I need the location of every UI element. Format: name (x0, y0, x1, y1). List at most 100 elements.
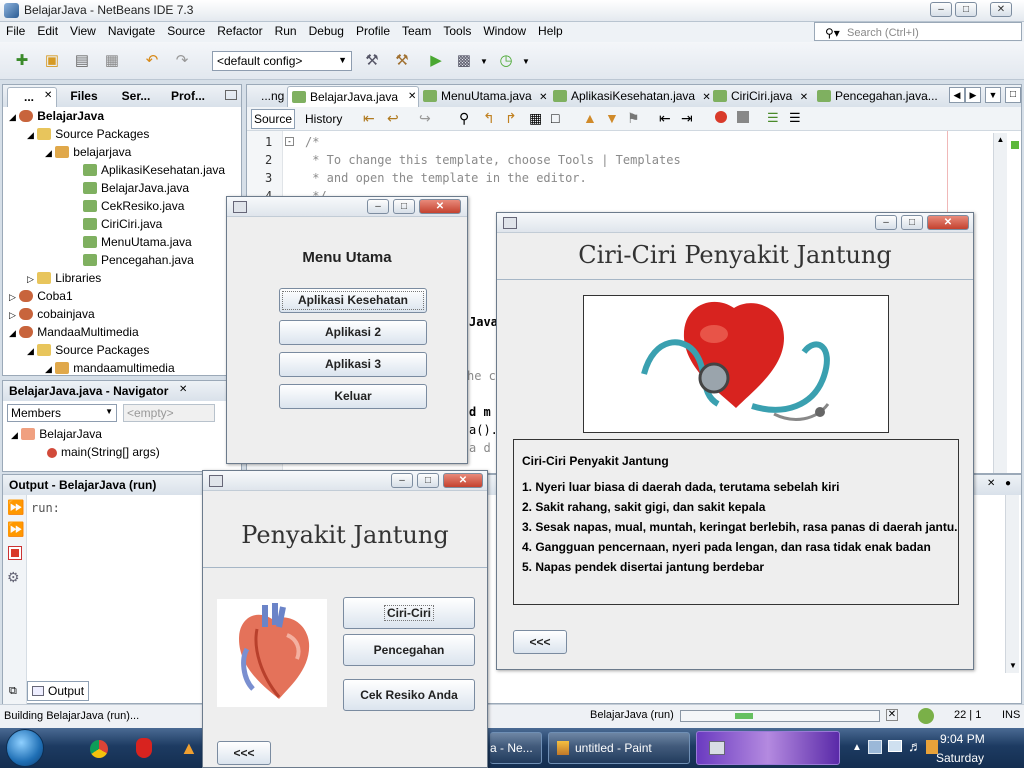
back-button[interactable]: <<< (513, 630, 567, 654)
strawberry-taskbar-icon[interactable] (136, 738, 152, 758)
tree-item[interactable]: ◢ Source Packages (3, 125, 241, 143)
editor-tab[interactable]: MenuUtama.java ✕ (423, 89, 547, 103)
code-line[interactable]: /* (305, 135, 319, 149)
aplikasi-2-button[interactable]: Aplikasi 2 (279, 320, 427, 345)
search-box[interactable]: ⚲▾ Search (Ctrl+I) (814, 22, 1022, 41)
shift-left-icon[interactable]: ⇤ (659, 110, 671, 127)
tree-item[interactable]: CiriCiri.java (3, 215, 241, 233)
minimize-button[interactable]: – (391, 473, 413, 488)
collapse-icon[interactable]: ◢ (11, 430, 18, 440)
forward-icon[interactable]: ↪ (419, 110, 431, 127)
keluar-button[interactable]: Keluar (279, 384, 427, 409)
aplikasi-kesehatan-button[interactable]: Aplikasi Kesehatan (279, 288, 427, 313)
editor-tab-active[interactable]: BelajarJava.java ✕ (287, 86, 419, 107)
tree-item[interactable]: ◢ belajarjava (3, 143, 241, 161)
output-close-icon[interactable]: ✕ (987, 478, 995, 489)
cek-resiko-button[interactable]: Cek Resiko Anda (343, 679, 475, 711)
output-scrollbar[interactable]: ▼ (1005, 495, 1019, 673)
back-button[interactable]: <<< (217, 741, 271, 765)
toggle-bookmark-icon[interactable]: ⚑ (627, 110, 640, 127)
tree-item[interactable]: ▷ Coba1 (3, 287, 241, 305)
menu-profile[interactable]: Profile (350, 22, 396, 40)
tab-close-icon[interactable]: ✕ (44, 90, 52, 101)
source-tab[interactable]: Source (251, 109, 295, 129)
find-previous-icon[interactable]: ↰ (483, 110, 495, 127)
expand-icon[interactable]: ▷ (9, 292, 16, 302)
save-all-icon[interactable]: ▦ (100, 49, 124, 73)
tab-services[interactable]: Ser... (111, 89, 161, 103)
navigator-method-item[interactable]: main(String[] args) (47, 445, 160, 459)
tab-files[interactable]: Files (59, 89, 109, 103)
menu-help[interactable]: Help (532, 22, 569, 40)
toggle-highlight-icon[interactable]: ▦ (529, 110, 542, 127)
tray-display-icon[interactable] (888, 740, 902, 752)
code-line[interactable]: * and open the template in the editor. (305, 171, 587, 185)
vertical-scrollbar[interactable]: ▲ (993, 133, 1007, 473)
editor-tab[interactable]: ...ng (261, 89, 284, 103)
open-project-icon[interactable]: ▤ (70, 49, 94, 73)
close-button[interactable]: ✕ (419, 199, 461, 214)
tab-close-icon[interactable]: ✕ (539, 92, 547, 103)
debug-dropdown-icon[interactable]: ▼ (480, 57, 488, 66)
navigator-close-icon[interactable]: ✕ (179, 384, 187, 395)
collapse-icon[interactable]: ◢ (27, 346, 34, 356)
collapse-icon[interactable]: ◢ (45, 148, 52, 158)
scroll-up-icon[interactable]: ▲ (994, 133, 1007, 147)
clock-time[interactable]: 9:04 PM (940, 732, 985, 746)
profile-icon[interactable]: ◷ (494, 49, 518, 73)
show-hidden-icons[interactable]: ▲ (852, 742, 862, 753)
menu-run[interactable]: Run (269, 22, 303, 40)
tree-item[interactable]: ▷ cobainjava (3, 305, 241, 323)
menu-edit[interactable]: Edit (31, 22, 64, 40)
run-icon[interactable]: ▶ (424, 49, 448, 73)
filter-select[interactable]: <empty> (123, 404, 215, 422)
tree-item[interactable]: MenuUtama.java (3, 233, 241, 251)
build-icon[interactable]: ⚒ (360, 49, 384, 73)
tab-close-icon[interactable]: ✕ (408, 91, 416, 102)
scroll-tabs-right-icon[interactable]: ▶ (965, 87, 981, 103)
output-bottom-tab[interactable]: Output (27, 681, 89, 701)
menu-window[interactable]: Window (477, 22, 532, 40)
app-taskbar-icon[interactable]: ▲ (180, 738, 198, 759)
tree-item[interactable]: ◢ BelajarJava (3, 107, 241, 125)
tab-projects[interactable]: ... ✕ (7, 87, 57, 107)
cancel-progress-icon[interactable]: ✕ (886, 709, 898, 721)
maximize-button[interactable]: □ (955, 2, 977, 17)
close-button[interactable]: ✕ (443, 473, 483, 488)
undo-icon[interactable]: ↶ (140, 49, 164, 73)
aplikasi-3-button[interactable]: Aplikasi 3 (279, 352, 427, 377)
pencegahan-button[interactable]: Pencegahan (343, 634, 475, 666)
back-icon[interactable]: ↩ (387, 110, 399, 127)
history-tab[interactable]: History (305, 112, 342, 126)
tree-item[interactable]: Pencegahan.java (3, 251, 241, 269)
settings-icon[interactable]: ⚙ (7, 569, 20, 586)
fold-icon[interactable]: - (285, 137, 294, 146)
expand-icon[interactable]: ▷ (27, 274, 34, 284)
tab-profiler[interactable]: Prof... (163, 89, 213, 103)
maximize-button[interactable]: □ (393, 199, 415, 214)
tree-item[interactable]: ◢ Source Packages (3, 341, 241, 359)
collapse-icon[interactable]: ◢ (27, 130, 34, 140)
close-button[interactable]: ✕ (990, 2, 1012, 17)
menu-team[interactable]: Team (396, 22, 437, 40)
clock-day[interactable]: Saturday (936, 751, 984, 765)
rerun-params-icon[interactable]: ⏩ (7, 521, 24, 538)
menu-file[interactable]: File (0, 22, 31, 40)
panel-minimize-icon[interactable] (225, 90, 237, 100)
minimize-button[interactable]: – (367, 199, 389, 214)
notification-icon[interactable] (918, 708, 934, 724)
tree-item[interactable]: ▷ Libraries (3, 269, 241, 287)
navigator-class-item[interactable]: ◢ BelajarJava (11, 427, 102, 441)
shift-right-icon[interactable]: ⇥ (681, 110, 693, 127)
new-project-icon[interactable]: ▣ (40, 49, 64, 73)
tab-close-icon[interactable]: ✕ (702, 92, 710, 103)
profile-dropdown-icon[interactable]: ▼ (522, 57, 530, 66)
tray-volume-icon[interactable]: ♬ (908, 738, 922, 754)
redo-icon[interactable]: ↷ (170, 49, 194, 73)
minimize-button[interactable]: – (875, 215, 897, 230)
new-file-icon[interactable]: ✚ (10, 49, 34, 73)
editor-tab[interactable]: CiriCiri.java ✕ (713, 89, 808, 103)
taskbar-java-app[interactable] (696, 731, 840, 765)
maximize-editor-icon[interactable]: □ (1005, 87, 1021, 103)
tree-item[interactable]: ◢ mandaamultimedia (3, 359, 241, 377)
